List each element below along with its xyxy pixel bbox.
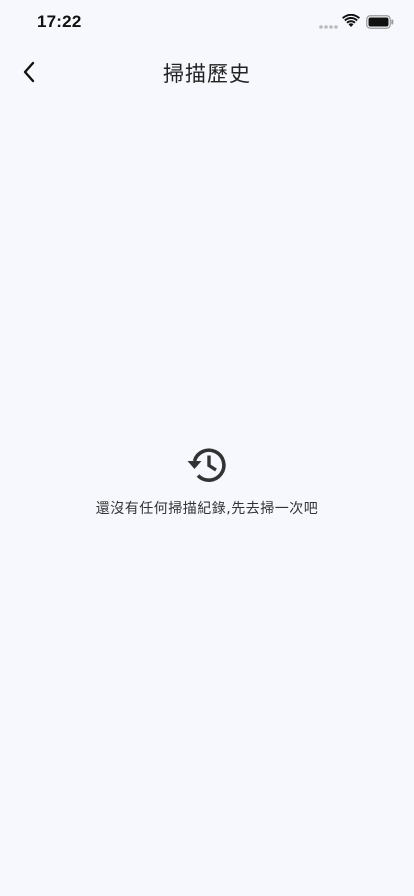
navigation-bar: 掃描歷史 [0, 44, 414, 100]
wifi-icon [342, 14, 360, 27]
page-title: 掃描歷史 [163, 62, 251, 86]
status-time: 17:22 [37, 12, 82, 31]
battery-icon [366, 15, 394, 29]
status-bar: 17:22 [0, 0, 414, 44]
empty-state: 還沒有任何掃描紀錄,先去掃一次吧 [0, 444, 414, 518]
cellular-signal-icon [319, 25, 338, 29]
empty-state-message: 還沒有任何掃描紀錄,先去掃一次吧 [95, 501, 319, 517]
history-icon [187, 448, 226, 482]
